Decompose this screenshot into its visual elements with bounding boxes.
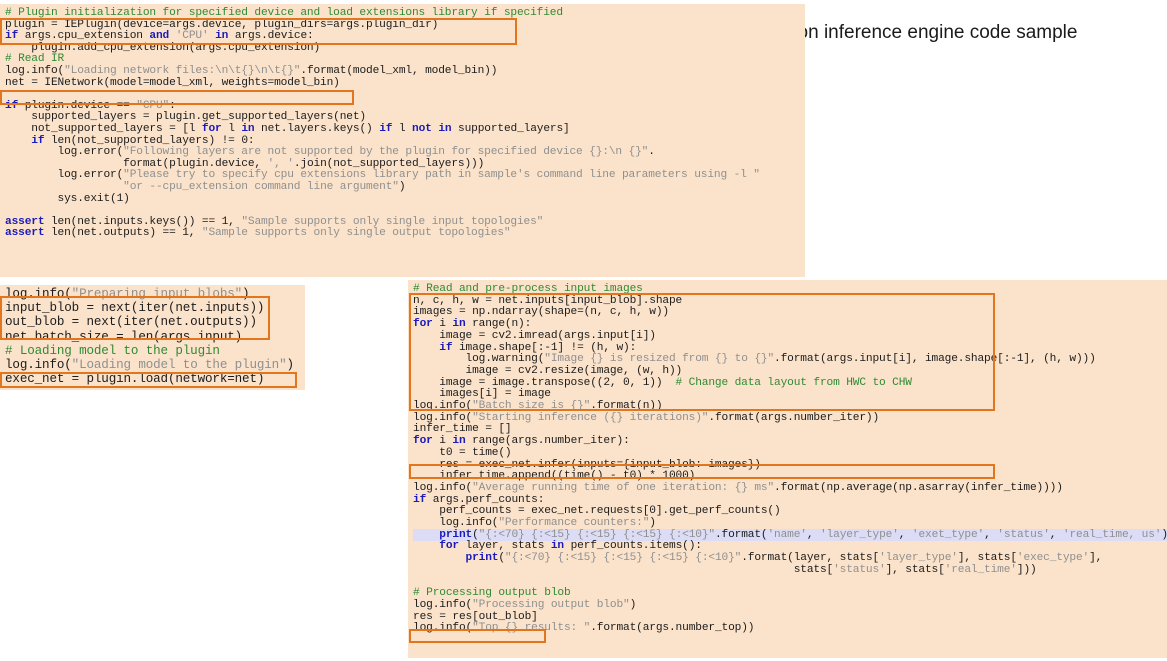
- code-line: print("{:<70} {:<15} {:<15} {:<15} {:<10…: [413, 528, 1167, 541]
- code-line: if args.perf_counts:: [413, 493, 545, 506]
- highlight-box-plugin-init: [0, 18, 517, 45]
- code-line: res = res[out_blob]: [413, 610, 538, 623]
- code-line: print("{:<70} {:<15} {:<15} {:<15} {:<10…: [465, 552, 1103, 565]
- code-line: log.info("Processing output blob"): [413, 598, 637, 611]
- code-line: not_supported_layers = [l for l in net.l…: [5, 123, 570, 135]
- code-line: for layer, stats in perf_counts.items():: [439, 540, 702, 553]
- code-line: log.info("Average running time of one it…: [413, 481, 1063, 494]
- code-line: # Read IR: [5, 53, 65, 66]
- code-line: for i in range(args.number_iter):: [413, 435, 630, 448]
- highlight-box-read-network: [0, 90, 354, 105]
- code-line: log.info("Starting inference ({} iterati…: [413, 411, 880, 424]
- highlight-box-load-plugin: [0, 372, 297, 388]
- code-line: supported_layers = plugin.get_supported_…: [5, 111, 366, 124]
- code-line: if len(not_supported_layers) != 0:: [31, 134, 255, 147]
- code-line: log.info("Performance counters:"): [413, 517, 656, 529]
- code-panel-initialization: # Plugin initialization for specified de…: [0, 4, 805, 277]
- highlight-box-blobs: [0, 296, 270, 340]
- code-line: net = IENetwork(model=model_xml, weights…: [5, 76, 340, 89]
- highlight-box-infer-call: [409, 464, 995, 479]
- code-line: infer_time = []: [413, 423, 512, 436]
- code-line: sys.exit(1): [5, 192, 130, 205]
- highlight-box-output-blob: [409, 629, 546, 643]
- code-line: assert len(net.inputs.keys()) == 1, "Sam…: [5, 215, 544, 228]
- code-line: # Processing output blob: [413, 587, 571, 600]
- code-line: "or --cpu_extension command line argumen…: [123, 181, 406, 193]
- code-panel-load-model: log.info("Preparing input blobs") input_b…: [0, 285, 305, 390]
- code-line: log.info("Loading network files:\n\t{}\n…: [5, 65, 498, 77]
- code-line: perf_counts = exec_net.requests[0].get_p…: [413, 505, 781, 518]
- code-panel-inference: # Read and pre-process input images n, c,…: [408, 280, 1167, 658]
- code-line: stats['status'], stats['real_time'])): [413, 563, 1037, 576]
- code-line: format(plugin.device, ', '.join(not_supp…: [5, 157, 485, 170]
- highlight-box-preprocess: [409, 293, 995, 411]
- code-line: t0 = time(): [413, 446, 512, 459]
- code-line: # Loading model to the plugin: [5, 343, 220, 358]
- code-line: log.info("Loading model to the plugin"): [5, 358, 294, 372]
- code-line: assert len(net.outputs) == 1, "Sample su…: [5, 227, 511, 240]
- code-line: log.error("Please try to specify cpu ext…: [5, 169, 760, 182]
- code-line: log.error("Following layers are not supp…: [5, 146, 655, 159]
